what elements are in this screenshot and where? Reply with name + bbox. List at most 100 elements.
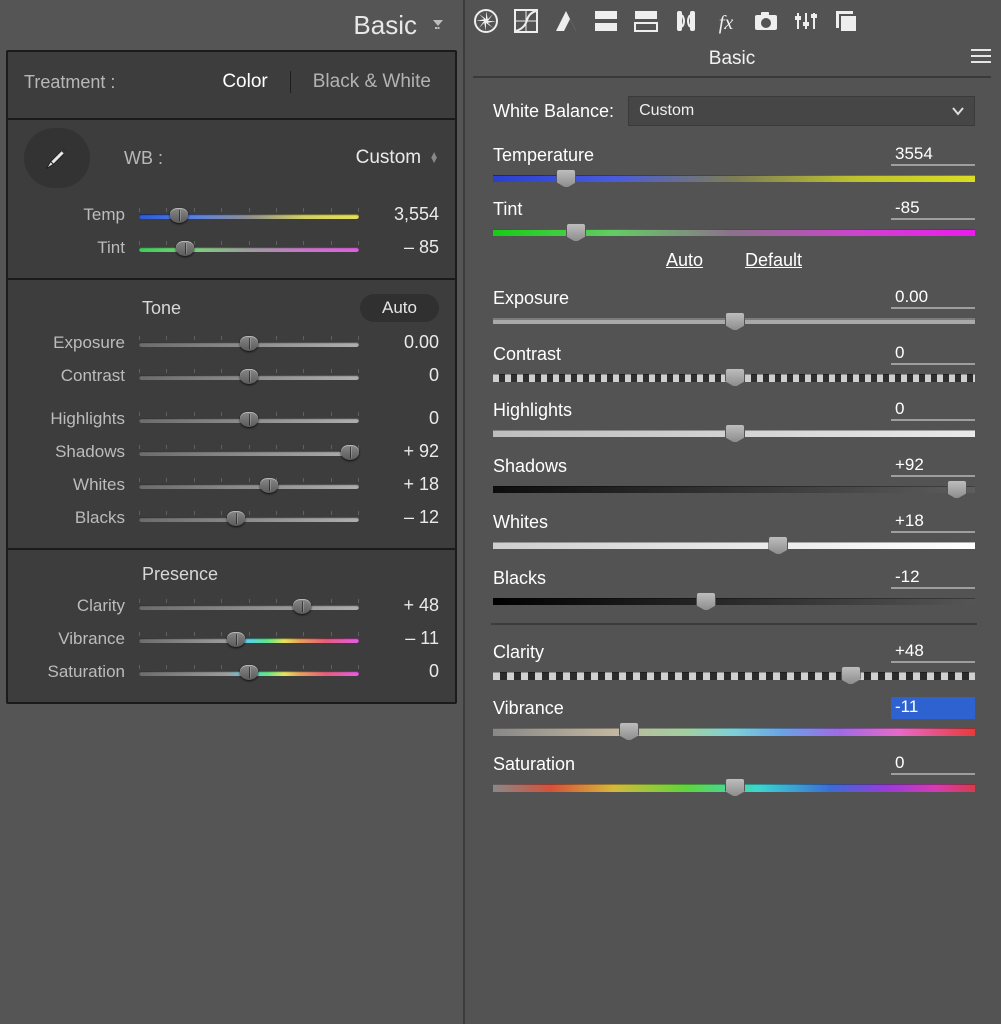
acr-temp-label: Temperature [493, 145, 891, 166]
acr-exposure-value[interactable]: 0.00 [891, 287, 975, 309]
presets-tab-icon[interactable] [793, 8, 819, 39]
temp-value[interactable]: 3,554 [359, 204, 439, 225]
acr-exposure-slider[interactable] [493, 313, 975, 329]
clarity-slider[interactable] [139, 597, 359, 615]
whites-value[interactable]: + 18 [359, 474, 439, 495]
blacks-slider[interactable] [139, 509, 359, 527]
chevron-down-icon [952, 106, 964, 116]
saturation-slider[interactable] [139, 663, 359, 681]
contrast-label: Contrast [24, 366, 139, 386]
acr-vibrance-value[interactable]: -11 [891, 697, 975, 719]
acr-panel-title: Basic [709, 48, 755, 70]
tone-curve-tab-icon[interactable] [513, 8, 539, 39]
vibrance-slider[interactable] [139, 630, 359, 648]
highlights-slider[interactable] [139, 410, 359, 428]
vibrance-label: Vibrance [24, 629, 139, 649]
acr-shadows-slider[interactable] [493, 481, 975, 497]
acr-shadows-label: Shadows [493, 456, 891, 477]
acr-blacks-value[interactable]: -12 [891, 567, 975, 589]
exposure-slider[interactable] [139, 334, 359, 352]
shadows-label: Shadows [24, 442, 139, 462]
tint-value[interactable]: – 85 [359, 237, 439, 258]
whites-slider[interactable] [139, 476, 359, 494]
basic-tab-icon[interactable] [473, 8, 499, 39]
acr-auto-button[interactable]: Auto [666, 250, 703, 271]
presence-group-label: Presence [142, 564, 439, 585]
acr-clarity-value[interactable]: +48 [891, 641, 975, 663]
temp-slider[interactable] [139, 206, 359, 224]
wb-preset-value: Custom [356, 147, 421, 169]
wb-preset-select[interactable]: Custom ▲▼ [356, 147, 439, 169]
acr-vibrance-slider[interactable] [493, 723, 975, 739]
treatment-label: Treatment : [24, 72, 214, 93]
acr-contrast-label: Contrast [493, 344, 891, 365]
acr-wb-value: Custom [639, 102, 694, 120]
acr-shadows-value[interactable]: +92 [891, 455, 975, 477]
tint-slider[interactable] [139, 239, 359, 257]
acr-wb-select[interactable]: Custom [628, 96, 975, 126]
vibrance-value[interactable]: – 11 [359, 628, 439, 649]
acr-tab-strip: fx [463, 0, 1001, 42]
panel-toggle-icon[interactable] [427, 14, 449, 36]
acr-whites-slider[interactable] [493, 537, 975, 553]
acr-highlights-label: Highlights [493, 400, 891, 421]
contrast-value[interactable]: 0 [359, 365, 439, 386]
acr-vibrance-label: Vibrance [493, 698, 891, 719]
tone-group-label: Tone [142, 298, 360, 319]
exposure-value[interactable]: 0.00 [359, 332, 439, 353]
contrast-slider[interactable] [139, 367, 359, 385]
clarity-value[interactable]: + 48 [359, 595, 439, 616]
acr-tint-slider[interactable] [493, 224, 975, 240]
acr-temp-slider[interactable] [493, 170, 975, 186]
acr-exposure-label: Exposure [493, 288, 891, 309]
acr-whites-value[interactable]: +18 [891, 511, 975, 533]
exposure-label: Exposure [24, 333, 139, 353]
acr-contrast-value[interactable]: 0 [891, 343, 975, 365]
panel-header: Basic [6, 0, 457, 50]
whites-label: Whites [24, 475, 139, 495]
panel-title: Basic [353, 10, 427, 41]
hsl-tab-icon[interactable] [593, 8, 619, 39]
blacks-label: Blacks [24, 508, 139, 528]
effects-tab-icon[interactable]: fx [713, 12, 739, 35]
acr-wb-label: White Balance: [493, 101, 614, 122]
shadows-slider[interactable] [139, 443, 359, 461]
auto-tone-button[interactable]: Auto [360, 294, 439, 322]
treatment-bw-button[interactable]: Black & White [305, 71, 439, 93]
temp-label: Temp [24, 205, 139, 225]
acr-saturation-label: Saturation [493, 754, 891, 775]
acr-contrast-slider[interactable] [493, 369, 975, 385]
acr-blacks-slider[interactable] [493, 593, 975, 609]
acr-whites-label: Whites [493, 512, 891, 533]
divider [491, 623, 977, 625]
saturation-label: Saturation [24, 662, 139, 682]
highlights-label: Highlights [24, 409, 139, 429]
treatment-color-button[interactable]: Color [214, 71, 275, 93]
snapshots-tab-icon[interactable] [833, 8, 859, 39]
panel-menu-icon[interactable] [971, 48, 991, 69]
stepper-icon: ▲▼ [429, 153, 439, 163]
wb-label: WB : [124, 148, 163, 169]
acr-blacks-label: Blacks [493, 568, 891, 589]
shadows-value[interactable]: + 92 [359, 441, 439, 462]
detail-tab-icon[interactable] [553, 8, 579, 39]
acr-saturation-slider[interactable] [493, 779, 975, 795]
acr-tint-value[interactable]: -85 [891, 198, 975, 220]
white-balance-eyedropper-icon[interactable] [24, 128, 90, 188]
camera-calibration-tab-icon[interactable] [753, 8, 779, 39]
acr-clarity-slider[interactable] [493, 667, 975, 683]
highlights-value[interactable]: 0 [359, 408, 439, 429]
saturation-value[interactable]: 0 [359, 661, 439, 682]
lr-basic-panel: Treatment : Color Black & White [6, 50, 457, 704]
split-toning-tab-icon[interactable] [633, 8, 659, 39]
clarity-label: Clarity [24, 596, 139, 616]
acr-highlights-value[interactable]: 0 [891, 399, 975, 421]
acr-saturation-value[interactable]: 0 [891, 753, 975, 775]
blacks-value[interactable]: – 12 [359, 507, 439, 528]
acr-highlights-slider[interactable] [493, 425, 975, 441]
acr-default-button[interactable]: Default [745, 250, 802, 271]
acr-tint-label: Tint [493, 199, 891, 220]
acr-clarity-label: Clarity [493, 642, 891, 663]
acr-temp-value[interactable]: 3554 [891, 144, 975, 166]
lens-corrections-tab-icon[interactable] [673, 8, 699, 39]
